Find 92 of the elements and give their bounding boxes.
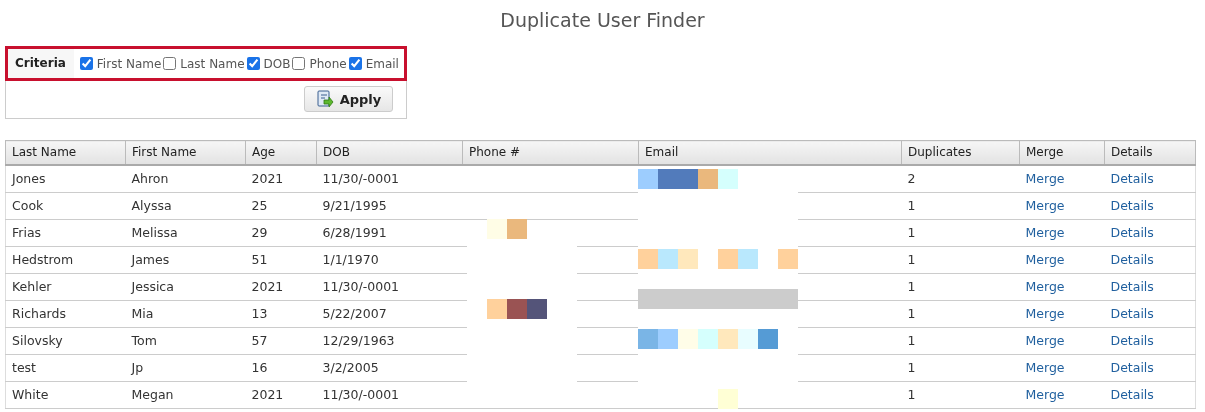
- checkbox[interactable]: [163, 57, 177, 70]
- table-cell: Frias: [12, 225, 42, 240]
- details-link[interactable]: Details: [1110, 198, 1154, 213]
- column-header: Phone #: [462, 140, 639, 165]
- table-cell: 11/30/-0001: [322, 279, 400, 294]
- table-cell: 9/21/1995: [322, 198, 387, 213]
- merge-link[interactable]: Merge: [1025, 387, 1065, 402]
- table-cell: 12/29/1963: [322, 333, 395, 348]
- table-cell: 1: [907, 225, 916, 240]
- merge-link[interactable]: Merge: [1025, 333, 1065, 348]
- page-title: Duplicate User Finder: [499, 8, 706, 33]
- table-cell: 2: [907, 171, 916, 186]
- merge-link[interactable]: Merge: [1025, 198, 1065, 213]
- merge-link[interactable]: Merge: [1025, 306, 1065, 321]
- table-cell: Jessica: [131, 279, 174, 294]
- details-link[interactable]: Details: [1110, 360, 1154, 375]
- column-header: Email: [638, 140, 902, 165]
- table-cell: Jones: [12, 171, 46, 186]
- table-cell: Jp: [131, 360, 144, 375]
- merge-link[interactable]: Merge: [1025, 252, 1065, 267]
- column-header: Last Name: [5, 140, 126, 165]
- table-cell: 3/2/2005: [322, 360, 379, 375]
- details-link[interactable]: Details: [1110, 333, 1154, 348]
- pixelated-redaction: [718, 249, 758, 269]
- pixelated-redaction: [638, 249, 698, 269]
- table-cell: Alyssa: [131, 198, 172, 213]
- table-cell: 1: [907, 306, 916, 321]
- table-cell: 1: [907, 333, 916, 348]
- table-cell: Megan: [131, 387, 174, 402]
- column-header: DOB: [316, 140, 463, 165]
- details-link[interactable]: Details: [1110, 225, 1154, 240]
- table-cell: 13: [251, 306, 268, 321]
- table-cell: 5/22/2007: [322, 306, 387, 321]
- checkbox-label[interactable]: First Name: [96, 56, 162, 71]
- checkbox-label[interactable]: Email: [365, 56, 399, 71]
- table-cell: 1: [907, 252, 916, 267]
- pixelated-redaction: [487, 299, 547, 319]
- table-cell: 57: [251, 333, 268, 348]
- table-cell: White: [12, 387, 49, 402]
- checkbox[interactable]: [246, 57, 260, 70]
- details-link[interactable]: Details: [1110, 171, 1154, 186]
- merge-link[interactable]: Merge: [1025, 171, 1065, 186]
- table-cell: 2021: [251, 387, 284, 402]
- criteria-label: Criteria: [8, 49, 74, 78]
- pixelated-redaction: [778, 249, 798, 269]
- table-cell: Ahron: [131, 171, 169, 186]
- table-cell: Kehler: [12, 279, 52, 294]
- checkbox[interactable]: [79, 57, 93, 70]
- table-cell: Melissa: [131, 225, 178, 240]
- column-header: Age: [245, 140, 317, 165]
- details-link[interactable]: Details: [1110, 387, 1154, 402]
- table-cell: 2021: [251, 171, 284, 186]
- table-cell: 16: [251, 360, 268, 375]
- column-header: Details: [1104, 140, 1196, 165]
- checkbox[interactable]: [292, 57, 306, 70]
- apply-button[interactable]: Apply: [304, 86, 393, 112]
- table-cell: Mia: [131, 306, 154, 321]
- details-link[interactable]: Details: [1110, 306, 1154, 321]
- table-cell: Silovsky: [12, 333, 63, 348]
- column-header: First Name: [125, 140, 246, 165]
- table-cell: 2021: [251, 279, 284, 294]
- pixelated-redaction: [487, 219, 527, 239]
- merge-link[interactable]: Merge: [1025, 360, 1065, 375]
- column-header: Merge: [1019, 140, 1105, 165]
- table-cell: 25: [251, 198, 268, 213]
- table-cell: 51: [251, 252, 268, 267]
- notebook-arrow-icon: [315, 90, 334, 108]
- table-cell: 1: [907, 360, 916, 375]
- table-cell: Richards: [12, 306, 66, 321]
- pixelated-redaction: [718, 389, 738, 409]
- table-cell: 11/30/-0001: [322, 387, 400, 402]
- table-cell: test: [12, 360, 36, 375]
- column-header: Duplicates: [901, 140, 1020, 165]
- table-cell: 1: [907, 198, 916, 213]
- table-cell: 1: [907, 387, 916, 402]
- table-cell: 11/30/-0001: [322, 171, 400, 186]
- checkbox-label[interactable]: Phone: [309, 56, 347, 71]
- table-cell: 1/1/1970: [322, 252, 379, 267]
- checkbox-label[interactable]: Last Name: [180, 56, 245, 71]
- merge-link[interactable]: Merge: [1025, 279, 1065, 294]
- table-cell: Hedstrom: [12, 252, 74, 267]
- table-cell: Cook: [12, 198, 44, 213]
- table-cell: 1: [907, 279, 916, 294]
- checkbox-label[interactable]: DOB: [263, 56, 291, 71]
- table-cell: James: [131, 252, 170, 267]
- merge-link[interactable]: Merge: [1025, 225, 1065, 240]
- table-cell: Tom: [131, 333, 157, 348]
- details-link[interactable]: Details: [1110, 252, 1154, 267]
- checkbox[interactable]: [348, 57, 362, 70]
- details-link[interactable]: Details: [1110, 279, 1154, 294]
- table-cell: 29: [251, 225, 268, 240]
- table-cell: 6/28/1991: [322, 225, 387, 240]
